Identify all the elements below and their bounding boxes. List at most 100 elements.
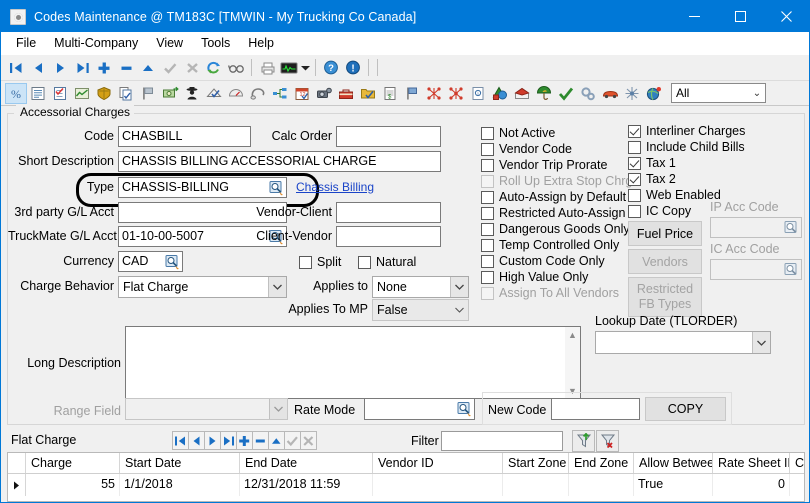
grid-prev-button[interactable] — [188, 431, 205, 450]
checkbox-ic-copy[interactable]: IC Copy — [628, 203, 691, 219]
filter-apply-button[interactable] — [572, 430, 595, 452]
copy-page-icon[interactable] — [115, 83, 137, 104]
checkbox-vendor-code[interactable]: Vendor Code — [481, 141, 572, 157]
lookup-icon[interactable] — [457, 402, 472, 417]
checkbox-vendor-trip-prorate[interactable]: Vendor Trip Prorate — [481, 157, 607, 173]
textarea-scrollbar[interactable]: ▲ ▼ — [565, 327, 580, 398]
checkbox-custom-code-only[interactable]: Custom Code Only — [481, 253, 605, 269]
delete-record-button[interactable] — [115, 57, 137, 78]
next-record-button[interactable] — [49, 57, 71, 78]
checkbox-dangerous-goods-only[interactable]: Dangerous Goods Only — [481, 221, 630, 237]
person-hat-icon[interactable] — [181, 83, 203, 104]
checkbox-restricted-auto-assign[interactable]: Restricted Auto-Assign — [481, 205, 625, 221]
flat-charge-grid[interactable]: Charge Start Date End Date Vendor ID Sta… — [7, 452, 805, 502]
camera-icon[interactable] — [313, 83, 335, 104]
column-header-end-date[interactable]: End Date — [240, 453, 373, 473]
column-header-calc-seq[interactable]: Calc Seq — [790, 453, 805, 473]
menu-item-multi-company[interactable]: Multi-Company — [45, 33, 147, 53]
flag-blue-icon[interactable] — [401, 83, 423, 104]
colors-icon[interactable] — [489, 83, 511, 104]
column-header-allow-between[interactable]: Allow Between — [634, 453, 713, 473]
checkbox-auto-assign-by-default[interactable]: Auto-Assign by Default — [481, 189, 626, 205]
menu-item-tools[interactable]: Tools — [192, 33, 239, 53]
table-row[interactable]: 55 1/1/2018 12/31/2018 11:59 True 0 0 — [8, 474, 804, 496]
previous-record-button[interactable] — [27, 57, 49, 78]
menu-item-help[interactable]: Help — [239, 33, 283, 53]
checkbox-tax-2[interactable]: Tax 2 — [628, 171, 676, 187]
checkbox-high-value-only[interactable]: High Value Only — [481, 269, 588, 285]
checklist-icon[interactable] — [49, 83, 71, 104]
column-header-charge[interactable]: Charge — [26, 453, 120, 473]
info-button[interactable]: ! — [342, 57, 364, 78]
grid-delete-button[interactable] — [252, 431, 269, 450]
help-button[interactable]: ? — [320, 57, 342, 78]
refresh-button[interactable] — [203, 57, 225, 78]
type-input[interactable]: CHASSIS-BILLING — [118, 177, 287, 198]
chart-icon[interactable] — [71, 83, 93, 104]
percent-icon[interactable]: % — [5, 83, 27, 104]
money-transfer-icon[interactable] — [159, 83, 181, 104]
grid-next-button[interactable] — [204, 431, 221, 450]
calc-order-input[interactable] — [336, 126, 441, 147]
grid-last-button[interactable] — [220, 431, 237, 450]
add-record-button[interactable] — [93, 57, 115, 78]
applies-to-mp-select[interactable]: False — [372, 299, 469, 321]
column-header-end-zone[interactable]: End Zone — [569, 453, 634, 473]
maximize-button[interactable] — [717, 1, 763, 32]
network-icon[interactable] — [269, 83, 291, 104]
checkbox-interliner-charges[interactable]: Interliner Charges — [628, 123, 745, 139]
type-link[interactable]: Chassis Billing — [296, 180, 374, 194]
gears-icon[interactable] — [577, 83, 599, 104]
applies-to-select[interactable]: None — [372, 276, 469, 298]
menu-item-view[interactable]: View — [147, 33, 192, 53]
checkbox-web-enabled[interactable]: Web Enabled — [628, 187, 721, 203]
column-header-rate-sheet-id[interactable]: Rate Sheet ID — [713, 453, 790, 473]
copy-button[interactable]: COPY — [645, 397, 726, 421]
umbrella-icon[interactable] — [533, 83, 555, 104]
scope-filter-combo[interactable]: All ⌄ — [671, 83, 766, 103]
vendor-client-input[interactable] — [336, 202, 441, 223]
grid-edit-button[interactable] — [268, 431, 285, 450]
envelope-check-icon[interactable] — [203, 83, 225, 104]
rate-mode-input[interactable] — [364, 398, 475, 420]
phone-icon[interactable] — [247, 83, 269, 104]
new-code-input[interactable] — [551, 398, 640, 420]
toolbox-icon[interactable] — [335, 83, 357, 104]
column-header-vendor-id[interactable]: Vendor ID — [373, 453, 503, 473]
monitor-button[interactable] — [278, 57, 300, 78]
lookup-icon[interactable] — [165, 254, 180, 269]
long-description-textarea[interactable]: ▲ ▼ — [125, 326, 581, 399]
monitor-dropdown-arrow[interactable] — [300, 58, 311, 78]
column-header-start-date[interactable]: Start Date — [120, 453, 240, 473]
minimize-button[interactable] — [671, 1, 717, 32]
filter-input[interactable] — [441, 431, 563, 451]
car-icon[interactable] — [599, 83, 621, 104]
shield-icon[interactable] — [93, 83, 115, 104]
client-vendor-input[interactable] — [336, 226, 441, 247]
gauge-icon[interactable] — [225, 83, 247, 104]
split-checkbox[interactable]: Split — [299, 254, 341, 270]
molecule-red2-icon[interactable] — [445, 83, 467, 104]
grid-post-button[interactable] — [284, 431, 301, 450]
lookup-icon[interactable] — [269, 180, 284, 195]
checkbox-not-active[interactable]: Not Active — [481, 125, 555, 141]
invoice-icon[interactable]: $ — [379, 83, 401, 104]
checkbox-temp-controlled-only[interactable]: Temp Controlled Only — [481, 237, 619, 253]
checkbox-tax-1[interactable]: Tax 1 — [628, 155, 676, 171]
code-input[interactable]: CHASBILL — [118, 126, 251, 147]
grid-first-button[interactable] — [172, 431, 189, 450]
first-record-button[interactable] — [5, 57, 27, 78]
fuel-price-button[interactable]: Fuel Price — [628, 221, 702, 246]
short-description-input[interactable]: CHASSIS BILLING ACCESSORIAL CHARGE — [118, 151, 441, 172]
globe-pin-icon[interactable] — [643, 83, 665, 104]
post-record-button[interactable] — [159, 57, 181, 78]
edit-record-button[interactable] — [137, 57, 159, 78]
lookup-date-select[interactable] — [595, 331, 771, 354]
list-icon[interactable] — [27, 83, 49, 104]
chevron-up-icon[interactable]: ▲ — [565, 327, 580, 342]
green-check-icon[interactable] — [555, 83, 577, 104]
house-icon[interactable] — [511, 83, 533, 104]
charge-behavior-select[interactable]: Flat Charge — [118, 276, 287, 298]
cancel-record-button[interactable] — [181, 57, 203, 78]
folder-check-icon[interactable] — [357, 83, 379, 104]
